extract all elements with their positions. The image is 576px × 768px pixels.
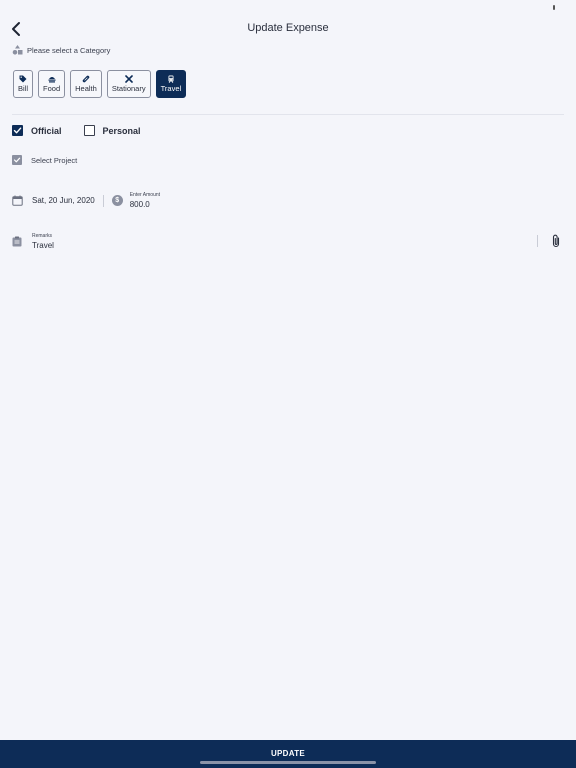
tools-icon	[124, 75, 133, 83]
category-label: Stationary	[111, 84, 146, 93]
field-separator	[102, 194, 104, 207]
medicine-icon	[82, 75, 90, 83]
select-project-label: Select Project	[31, 155, 78, 165]
update-button[interactable]: UPDATE	[0, 740, 576, 768]
amount-input[interactable]: $ Enter Amount 800.0	[111, 192, 161, 209]
field-separator	[537, 235, 538, 247]
remarks-row: Remarks Travel	[12, 230, 562, 252]
calendar-icon	[12, 195, 23, 206]
amount-value: 800.0	[129, 200, 150, 209]
category-label: Health	[75, 84, 97, 93]
checkmark-icon	[13, 127, 22, 134]
page-title: Update Expense	[247, 22, 329, 34]
project-check-icon	[12, 155, 22, 165]
train-icon	[168, 75, 174, 83]
tag-icon	[19, 75, 27, 83]
shapes-icon	[12, 45, 23, 55]
category-food-button[interactable]: Food	[38, 70, 66, 98]
update-button-label: UPDATE	[270, 748, 306, 758]
personal-checkbox[interactable]: Personal	[83, 125, 141, 136]
date-picker-field[interactable]: Sat, 20 Jun, 2020	[12, 195, 95, 206]
remarks-input[interactable]: Remarks Travel	[12, 233, 537, 250]
official-checkbox[interactable]: Official	[12, 125, 62, 136]
expense-type-group: Official Personal	[12, 125, 163, 136]
category-hint-label: Please select a Category	[27, 45, 111, 55]
battery-indicator	[553, 5, 555, 10]
category-label: Bill	[18, 84, 29, 93]
dollar-icon: $	[111, 195, 123, 206]
section-divider	[12, 114, 564, 115]
category-label: Food	[43, 84, 61, 93]
category-hint: Please select a Category	[12, 45, 110, 55]
select-project-field[interactable]: Select Project	[12, 155, 77, 165]
category-list: Bill Food Health Stationary Travel	[13, 70, 187, 98]
category-stationary-button[interactable]: Stationary	[106, 70, 151, 98]
amount-label: Enter Amount	[129, 192, 161, 198]
official-label: Official	[31, 125, 62, 136]
food-icon	[48, 77, 56, 83]
personal-label: Personal	[102, 125, 141, 136]
paperclip-icon[interactable]	[550, 234, 562, 248]
category-health-button[interactable]: Health	[70, 70, 102, 98]
remarks-value: Travel	[32, 240, 54, 250]
checkbox-checked[interactable]	[12, 125, 23, 136]
category-label: Travel	[160, 84, 182, 93]
home-indicator	[200, 761, 376, 764]
checkbox-unchecked[interactable]	[83, 125, 95, 136]
clipboard-icon	[12, 236, 22, 246]
header: Update Expense	[0, 16, 576, 42]
date-value: Sat, 20 Jun, 2020	[32, 196, 95, 205]
category-bill-button[interactable]: Bill	[13, 70, 34, 98]
category-travel-button[interactable]: Travel	[155, 70, 187, 98]
remarks-label: Remarks	[32, 232, 53, 239]
date-amount-row: Sat, 20 Jun, 2020 $ Enter Amount 800.0	[12, 192, 160, 209]
